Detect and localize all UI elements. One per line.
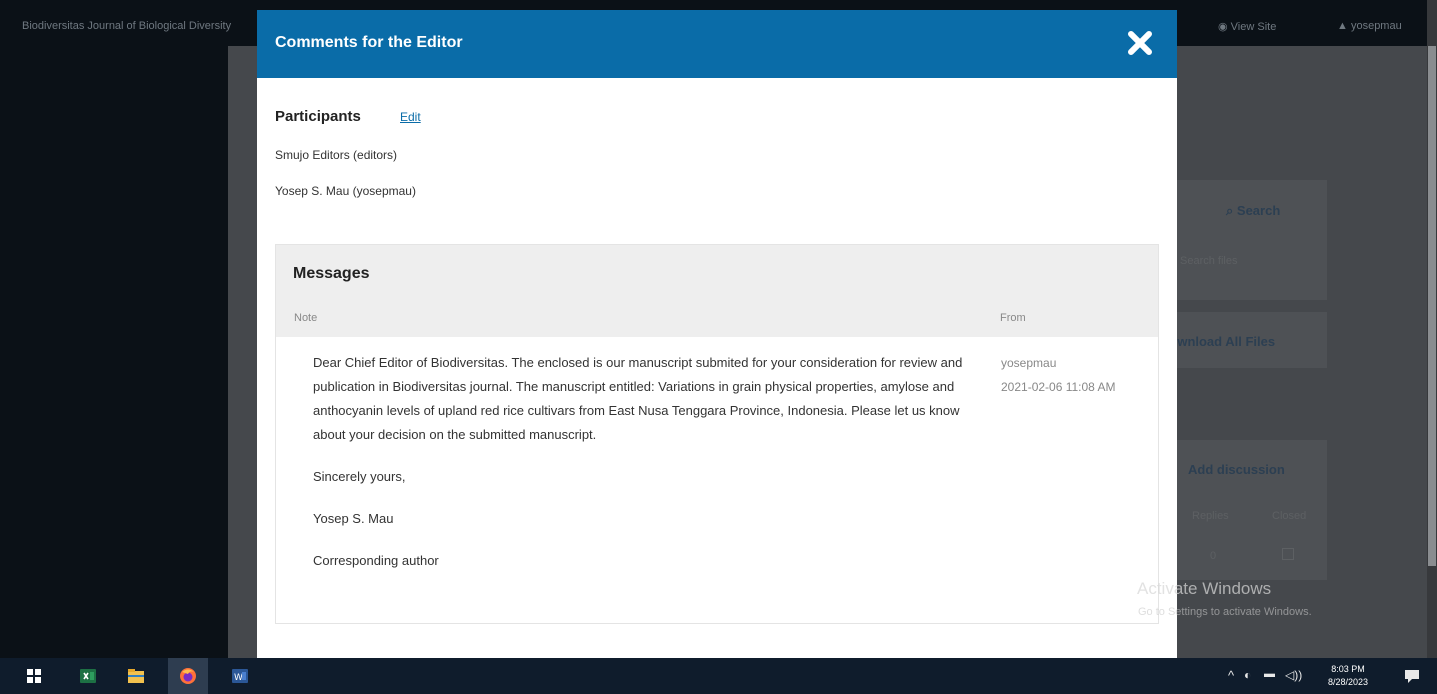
add-discussion-button[interactable]: Add discussion [1188, 462, 1285, 477]
modal-title: Comments for the Editor [275, 34, 463, 51]
column-header-from: From [1000, 312, 1026, 324]
firefox-icon [180, 668, 196, 684]
taskbar: W ^ ◐ ▬ ◁)) 8:03 PM 8/28/2023 [0, 658, 1437, 694]
note-paragraph: Dear Chief Editor of Biodiversitas. The … [313, 355, 963, 442]
participants-heading: Participants [275, 108, 361, 125]
windows-start-icon[interactable] [24, 666, 44, 686]
page-scrollbar[interactable] [1427, 0, 1437, 658]
search-placeholder: Search files [1180, 255, 1238, 267]
col-replies: Replies [1192, 510, 1229, 522]
activate-windows-watermark: Activate Windows [1137, 579, 1272, 598]
message-note: Dear Chief Editor of Biodiversitas. The … [313, 351, 985, 591]
power-icon[interactable]: ◐ [1244, 668, 1251, 682]
chevron-up-icon[interactable]: ^ [1228, 668, 1234, 683]
search-button[interactable]: ⌕ Search [1226, 203, 1280, 219]
clock-time: 8:03 PM [1331, 664, 1365, 674]
participant-item: Yosep S. Mau (yosepmau) [275, 184, 416, 198]
background-files-panel [1177, 180, 1327, 300]
download-all-files-button[interactable]: Download All Files [1160, 334, 1275, 349]
network-icon[interactable]: ▬ [1264, 668, 1275, 680]
user-menu[interactable]: ▲ yosepmau [1337, 20, 1402, 32]
message-from: yosepmau 2021-02-06 11:08 AM [1001, 351, 1141, 399]
search-button-label: Search [1236, 203, 1281, 218]
col-closed: Closed [1272, 510, 1307, 522]
site-title[interactable]: Biodiversitas Journal of Biological Dive… [22, 20, 231, 32]
left-navigation [0, 46, 228, 658]
note-paragraph: Yosep S. Mau [313, 511, 394, 526]
taskbar-clock[interactable]: 8:03 PM 8/28/2023 [1326, 663, 1370, 689]
from-date: 2021-02-06 11:08 AM [1001, 380, 1116, 394]
column-header-note: Note [294, 312, 318, 324]
excel-icon[interactable] [78, 666, 98, 686]
closed-checkbox[interactable] [1282, 548, 1294, 560]
svg-text:W: W [234, 673, 243, 683]
view-site-label: View Site [1230, 21, 1277, 33]
scrollbar-thumb[interactable] [1428, 46, 1436, 566]
note-paragraph: Corresponding author [313, 553, 439, 568]
modal-header: Comments for the Editor [257, 10, 1177, 78]
comments-modal: Comments for the Editor Participants Edi… [257, 10, 1177, 658]
messages-panel: Messages Note From Dear Chief Editor of … [275, 244, 1159, 624]
word-icon[interactable]: W [230, 666, 250, 686]
notifications-icon[interactable] [1402, 666, 1422, 686]
messages-title: Messages [293, 265, 370, 282]
close-icon[interactable] [1123, 26, 1157, 60]
firefox-taskbar-button[interactable] [168, 658, 208, 694]
participant-item: Smujo Editors (editors) [275, 148, 398, 162]
activate-windows-subtext: Go to Settings to activate Windows. [1138, 606, 1312, 618]
clock-date: 8/28/2023 [1327, 677, 1369, 687]
replies-count: 0 [1210, 550, 1217, 562]
from-user: yosepmau [1001, 356, 1057, 370]
user-menu-label: yosepmau [1350, 20, 1402, 32]
messages-header: Messages Note From [276, 245, 1158, 337]
file-explorer-icon[interactable] [126, 666, 146, 686]
volume-icon[interactable]: ◁)) [1285, 668, 1302, 682]
view-site-link[interactable]: ◉ View Site [1218, 20, 1276, 33]
edit-participants-link[interactable]: Edit [400, 110, 421, 124]
note-paragraph: Sincerely yours, [313, 469, 406, 484]
